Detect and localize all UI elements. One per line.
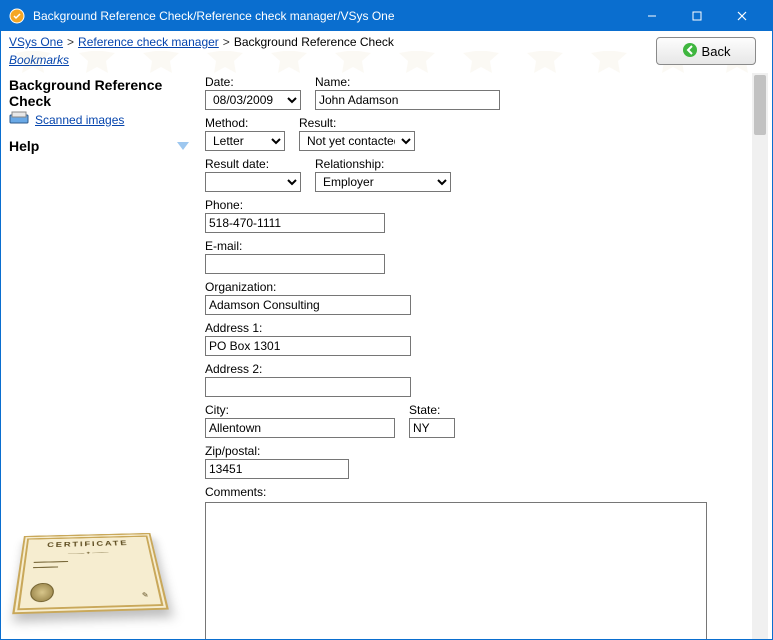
state-label: State: (409, 403, 455, 417)
city-field[interactable] (205, 418, 395, 438)
minimize-button[interactable] (629, 1, 674, 31)
relationship-field[interactable]: Employer (315, 172, 451, 192)
result-label: Result: (299, 116, 415, 130)
method-field[interactable]: Letter (205, 131, 285, 151)
scanned-images-link[interactable]: Scanned images (35, 113, 124, 127)
help-section[interactable]: Help (9, 138, 189, 154)
help-label: Help (9, 138, 39, 154)
app-window: Background Reference Check/Reference che… (0, 0, 773, 640)
body-area: Background Reference Check Scanned image… (1, 73, 772, 639)
breadcrumb-current: Background Reference Check (234, 35, 394, 49)
addr2-label: Address 2: (205, 362, 411, 376)
chevron-icon: > (67, 35, 74, 49)
email-label: E-mail: (205, 239, 385, 253)
window-title: Background Reference Check/Reference che… (33, 9, 629, 23)
certificate-word: CERTIFICATE (47, 540, 129, 549)
app-icon (9, 8, 25, 24)
chevron-down-icon (177, 142, 189, 150)
comments-field[interactable] (205, 502, 707, 639)
resultdate-field[interactable] (205, 172, 301, 192)
scrollbar-thumb[interactable] (754, 75, 766, 135)
date-field[interactable]: 08/03/2009 (205, 90, 301, 110)
sidebar: Background Reference Check Scanned image… (1, 73, 201, 639)
state-field[interactable] (409, 418, 455, 438)
maximize-button[interactable] (674, 1, 719, 31)
name-label: Name: (315, 75, 500, 89)
zip-label: Zip/postal: (205, 444, 349, 458)
breadcrumb-root[interactable]: VSys One (9, 35, 63, 49)
certificate-illustration: CERTIFICATE ──── ✦ ──── ▬▬▬▬▬▬▬▬▬▬▬▬ ✎ (12, 533, 169, 614)
close-button[interactable] (719, 1, 764, 31)
name-field[interactable] (315, 90, 500, 110)
phone-label: Phone: (205, 198, 385, 212)
org-field[interactable] (205, 295, 411, 315)
titlebar: Background Reference Check/Reference che… (1, 1, 772, 31)
back-arrow-icon (682, 42, 698, 61)
date-label: Date: (205, 75, 301, 89)
comments-label: Comments: (205, 485, 752, 499)
scanner-icon (9, 111, 29, 128)
form-pane: Date: 08/03/2009 Name: Method: Letter (201, 73, 772, 639)
addr2-field[interactable] (205, 377, 411, 397)
zip-field[interactable] (205, 459, 349, 479)
breadcrumb-mid[interactable]: Reference check manager (78, 35, 219, 49)
chevron-icon: > (223, 35, 230, 49)
back-button-label: Back (702, 44, 731, 59)
addr1-field[interactable] (205, 336, 411, 356)
bookmarks-link[interactable]: Bookmarks (9, 53, 69, 67)
addr1-label: Address 1: (205, 321, 411, 335)
email-field[interactable] (205, 254, 385, 274)
method-label: Method: (205, 116, 285, 130)
sidebar-heading: Background Reference Check (9, 77, 193, 109)
seal-icon (29, 583, 54, 603)
back-button[interactable]: Back (656, 37, 756, 65)
resultdate-label: Result date: (205, 157, 301, 171)
result-field[interactable]: Not yet contacted (299, 131, 415, 151)
relationship-label: Relationship: (315, 157, 451, 171)
phone-field[interactable] (205, 213, 385, 233)
org-label: Organization: (205, 280, 411, 294)
vertical-scrollbar[interactable] (752, 73, 768, 639)
city-label: City: (205, 403, 395, 417)
